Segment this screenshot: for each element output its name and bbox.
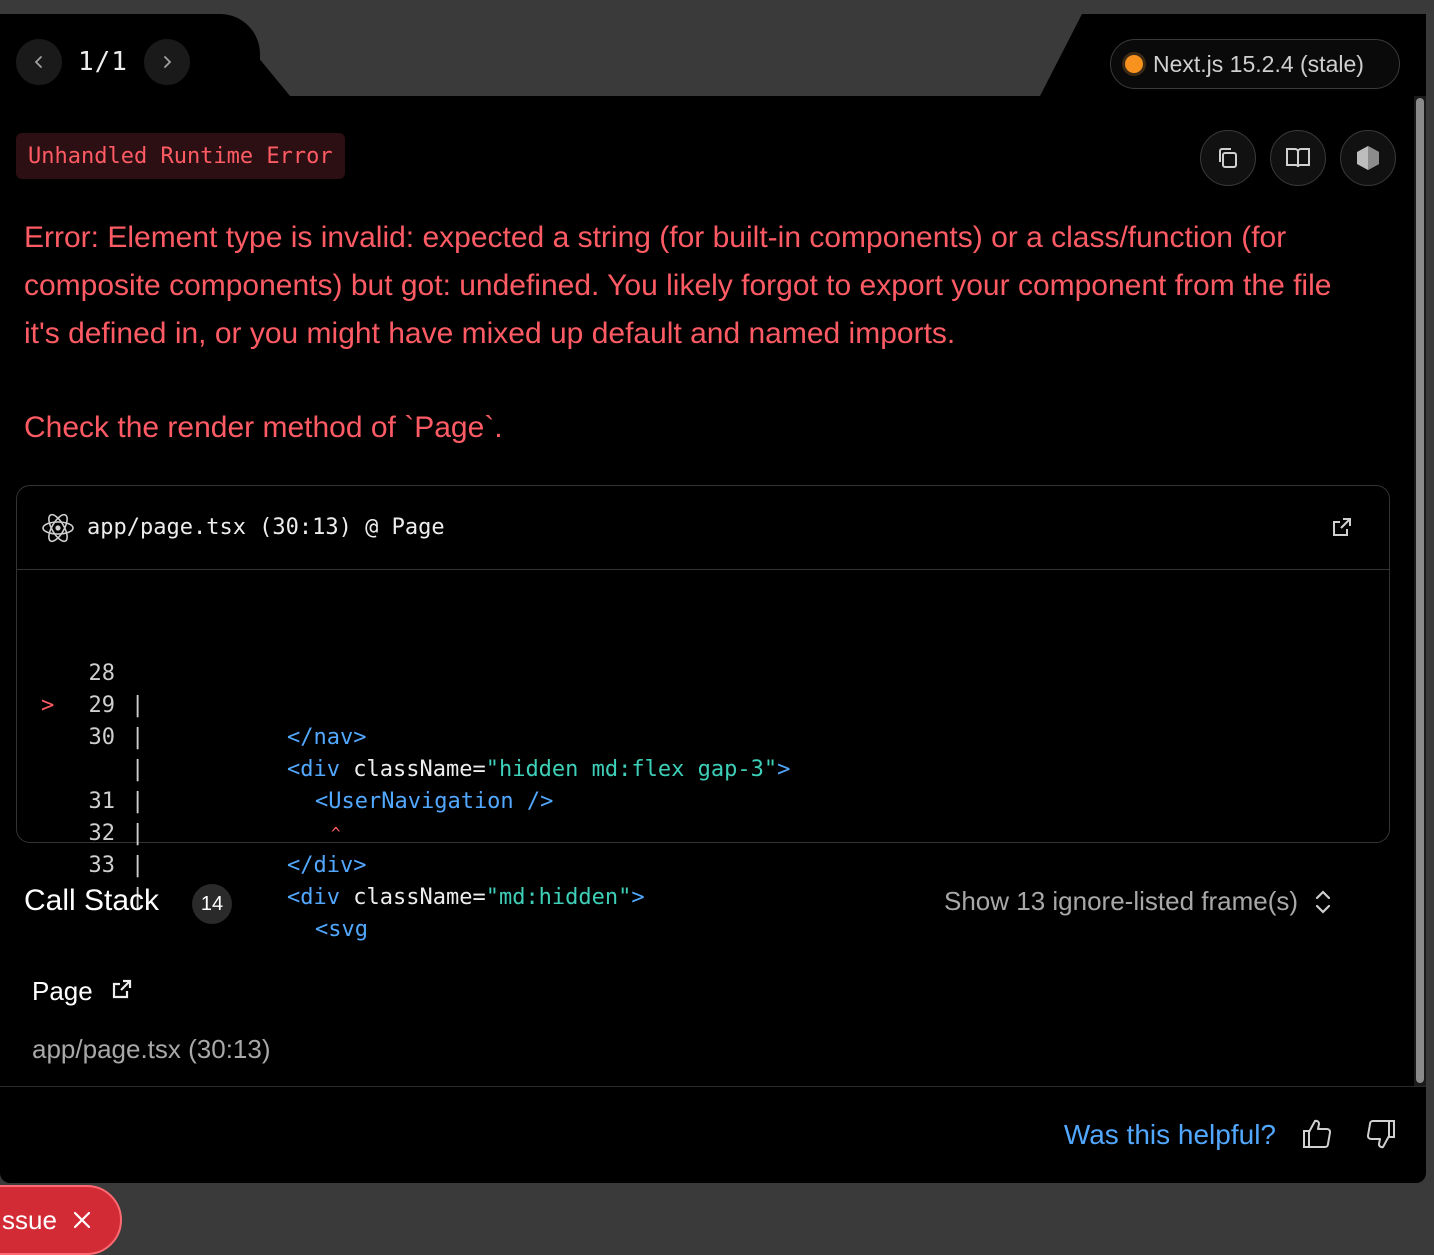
code-token: "hidden md:flex gap-3": [485, 757, 778, 782]
line-gutter: |: [131, 693, 145, 718]
chevron-up-down-icon: [1315, 889, 1331, 914]
code-token: =: [472, 757, 486, 782]
show-ignored-frames-button[interactable]: Show 13 ignore-listed frame(s): [944, 886, 1332, 917]
react-icon: [42, 513, 74, 542]
line-gutter: |: [131, 853, 145, 878]
external-link-icon: [112, 979, 131, 999]
line-code: <div className="hidden md:flex gap-3">: [287, 754, 790, 786]
code-line-caret: | ^: [17, 690, 341, 843]
chevron-left-icon: [34, 56, 42, 68]
code-token: <UserNavigation />: [315, 789, 554, 814]
code-token: >: [631, 885, 645, 910]
line-code: <svg: [315, 914, 368, 946]
error-render-hint: Check the render method of `Page`.: [24, 411, 503, 444]
code-line: 32 | <div className="md:hidden">: [17, 754, 645, 910]
line-code: ^: [331, 818, 341, 850]
stack-frame-name: Page: [32, 976, 133, 1007]
code-token: <div: [287, 885, 354, 910]
prev-error-button[interactable]: [16, 39, 62, 85]
line-code: </nav>: [287, 722, 366, 754]
stack-frame-file: app/page.tsx (30:13): [32, 1034, 271, 1064]
docs-button[interactable]: [1270, 130, 1326, 186]
thumbs-down-icon: [1367, 1120, 1395, 1149]
pager-count: 1/1: [78, 47, 128, 77]
close-icon[interactable]: [73, 1211, 91, 1229]
docs-book-icon: [1286, 148, 1310, 168]
code-line: 29 | <div className="hidden md:flex gap-…: [17, 626, 791, 782]
line-gutter: |: [131, 725, 145, 750]
copy-error-button[interactable]: [1200, 130, 1256, 186]
call-stack-count-badge: 14: [192, 884, 232, 924]
error-toolbar: [1200, 130, 1396, 186]
version-label: Next.js 15.2.4 (stale): [1153, 50, 1364, 77]
chevron-right-icon: [164, 56, 172, 68]
line-gutter: |: [131, 757, 145, 782]
issue-label: ssue: [2, 1204, 57, 1235]
line-gutter: |: [131, 821, 145, 846]
feedback-footer: Was this helpful?: [0, 1086, 1426, 1183]
stack-frame-open-button[interactable]: [111, 976, 133, 1007]
code-line-highlighted: > 30 | <UserNavigation />: [17, 658, 553, 814]
call-stack-title: Call Stack: [24, 884, 160, 917]
scroll-thumb[interactable]: [1416, 98, 1424, 1083]
code-token: <svg: [315, 917, 368, 942]
error-message: Error: Element type is invalid: expected…: [24, 221, 1332, 350]
code-token: className: [353, 885, 473, 910]
open-in-editor-button[interactable]: [1331, 516, 1353, 543]
error-pager: 1/1: [16, 38, 190, 86]
feedback-prompt: Was this helpful?: [1063, 1119, 1276, 1150]
stale-status-dot: [1125, 55, 1143, 73]
show-ignored-frames-label: Show 13 ignore-listed frame(s): [944, 886, 1299, 916]
code-token: "md:hidden": [485, 885, 632, 910]
code-frame-header: app/page.tsx (30:13) @ Page: [17, 486, 1389, 570]
error-type-badge: Unhandled Runtime Error: [16, 133, 345, 179]
code-lines: 28 | </nav> 29 | <div className="hidden …: [17, 594, 791, 942]
next-error-button[interactable]: [143, 39, 190, 85]
code-frame-location: app/page.tsx (30:13) @ Page: [87, 515, 445, 540]
nodejs-icon: [1357, 146, 1379, 170]
thumbs-up-button[interactable]: [1300, 1117, 1334, 1156]
code-token: >: [777, 757, 791, 782]
line-number: 33: [88, 853, 116, 878]
code-token: </nav>: [287, 725, 367, 750]
line-code: <UserNavigation />: [315, 786, 553, 818]
scrollbar[interactable]: [1414, 96, 1426, 1086]
stack-frame-function: Page: [32, 976, 93, 1006]
code-line: 28 | </nav>: [17, 594, 367, 750]
code-line: 33 | <svg: [17, 786, 368, 942]
code-token: </div>: [287, 853, 367, 878]
code-line: 31 | </div>: [17, 722, 367, 878]
line-gutter: |: [131, 789, 145, 814]
node-inspector-button[interactable]: [1340, 130, 1396, 186]
thumbs-down-button[interactable]: [1364, 1117, 1398, 1156]
line-code: </div>: [287, 850, 366, 882]
code-frame: app/page.tsx (30:13) @ Page 28 | </nav> …: [16, 485, 1390, 942]
external-link-icon: [1333, 518, 1351, 536]
error-caret: ^: [331, 824, 341, 843]
line-code: <div className="md:hidden">: [287, 882, 645, 914]
thumbs-up-icon: [1303, 1119, 1331, 1148]
version-badge[interactable]: Next.js 15.2.4 (stale): [1110, 39, 1400, 89]
code-token: className: [353, 757, 473, 782]
issue-indicator-button[interactable]: ssue: [0, 1185, 122, 1255]
code-token: <div: [287, 757, 354, 782]
code-token: =: [472, 885, 486, 910]
copy-icon: [1219, 148, 1237, 168]
